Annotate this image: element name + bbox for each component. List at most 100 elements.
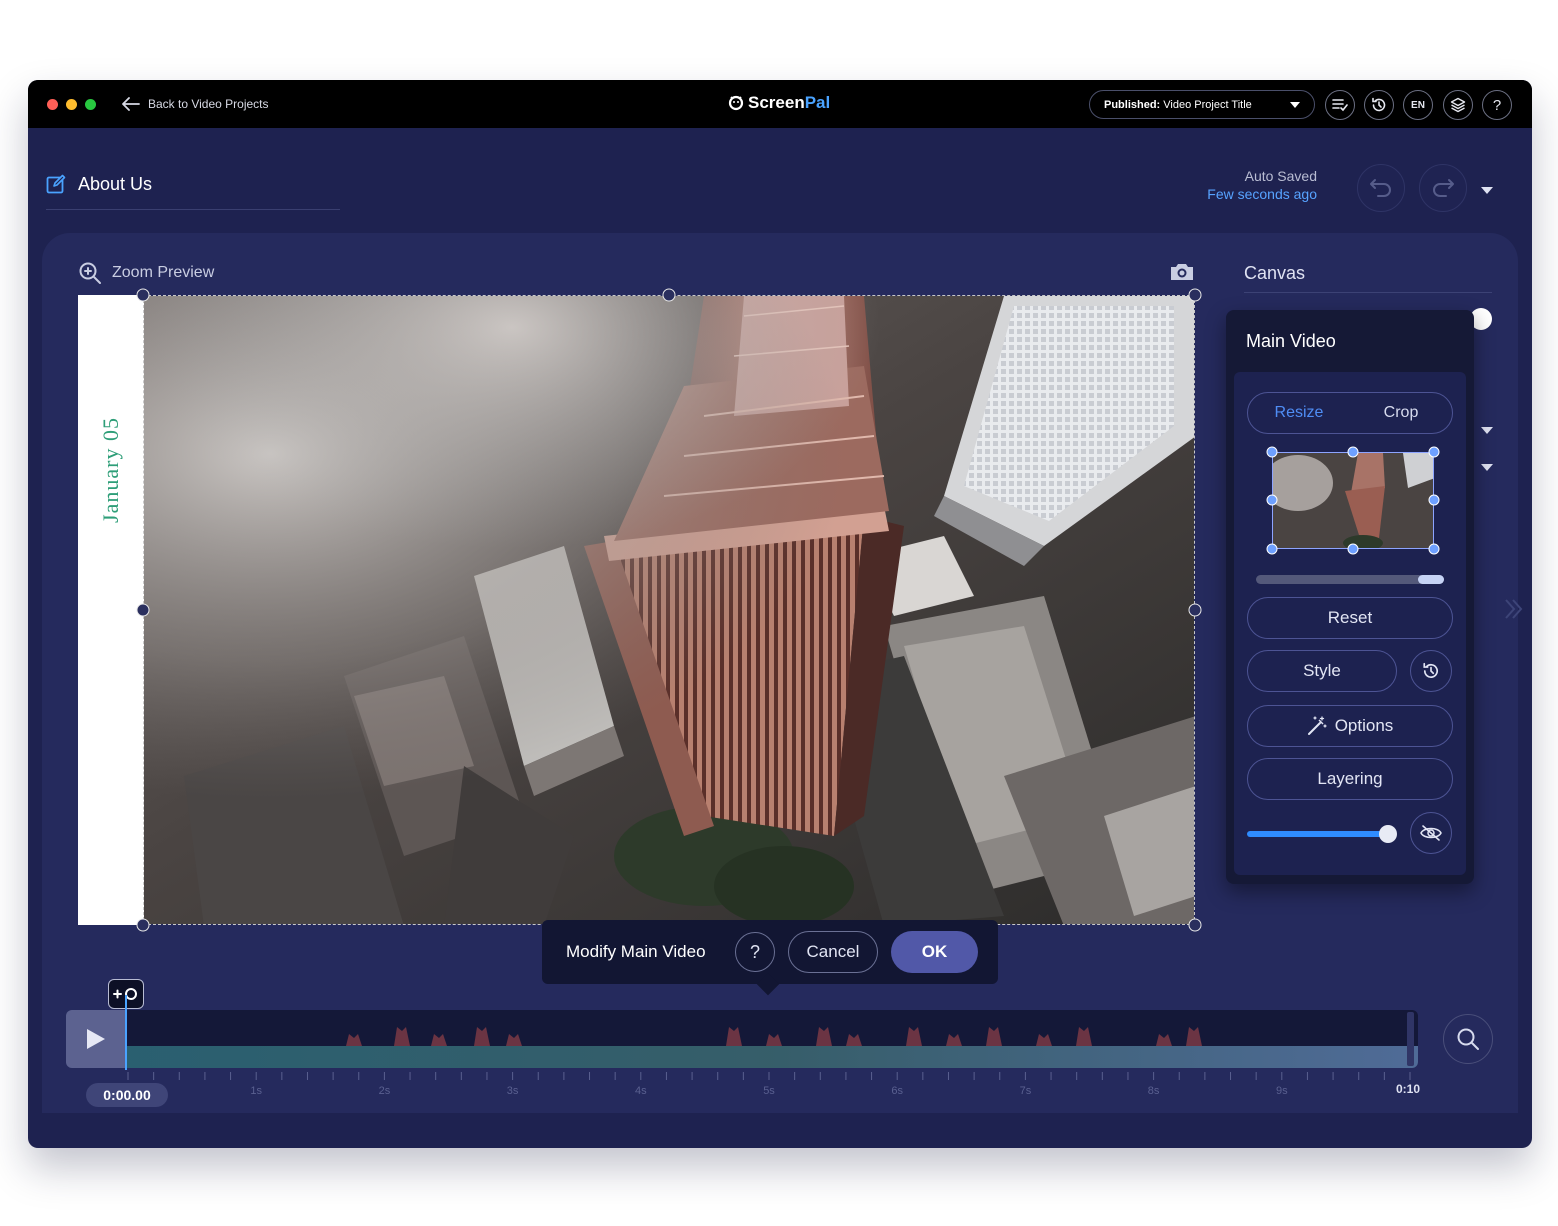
hide-video-button[interactable]	[1410, 812, 1452, 854]
reset-button[interactable]: Reset	[1247, 597, 1453, 639]
chevron-down-icon	[1481, 464, 1493, 471]
help-icon: ?	[1492, 96, 1502, 114]
resize-handle-right[interactable]	[1188, 603, 1202, 617]
language-label: EN	[1411, 99, 1425, 111]
auto-saved-time: Few seconds ago	[1207, 186, 1317, 202]
thumb-handle-tr[interactable]	[1428, 446, 1440, 458]
popup-body: Resize Crop Reset Style Options Layering	[1234, 372, 1466, 875]
undo-button[interactable]	[1357, 164, 1405, 212]
thumb-handle-tl[interactable]	[1266, 446, 1278, 458]
editor-window: Back to Video Projects ScreenPal Publish…	[28, 80, 1532, 1148]
chevron-down-icon	[1481, 427, 1493, 434]
history-button[interactable]	[1364, 90, 1394, 120]
tab-crop[interactable]: Crop	[1350, 393, 1452, 433]
timeline-zoom-button[interactable]	[1443, 1014, 1493, 1064]
thumb-handle-l[interactable]	[1266, 494, 1278, 506]
help-button[interactable]: ?	[1482, 90, 1512, 120]
undo-history-dropdown[interactable]	[1481, 182, 1493, 200]
collapse-panel-button[interactable]	[1504, 598, 1524, 625]
publish-status-label: Published:	[1104, 98, 1161, 111]
resize-handle-left[interactable]	[136, 603, 150, 617]
back-to-projects-link[interactable]: Back to Video Projects	[122, 95, 269, 113]
resize-handle-top-left[interactable]	[136, 288, 150, 302]
publish-status-select[interactable]: Published: Video Project Title	[1089, 90, 1315, 119]
thumbnail-image	[1273, 453, 1433, 548]
layers-button[interactable]	[1443, 90, 1473, 120]
resize-handle-top-right[interactable]	[1188, 288, 1202, 302]
modify-toolbar: Modify Main Video ? Cancel OK	[542, 920, 998, 996]
timeline-end-handle[interactable]	[1407, 1012, 1414, 1066]
search-icon	[1457, 1028, 1479, 1050]
ok-label: OK	[921, 942, 948, 961]
date-overlay-text: January 05	[98, 417, 123, 523]
redo-icon	[1433, 179, 1454, 197]
layering-button[interactable]: Layering	[1247, 758, 1453, 800]
ruler-second-label: 9s	[1276, 1085, 1288, 1097]
language-button[interactable]: EN	[1403, 90, 1433, 120]
timeline-track[interactable]	[126, 1010, 1418, 1068]
close-window-dot[interactable]	[47, 99, 58, 110]
redo-button[interactable]	[1419, 164, 1467, 212]
screenpal-logo: ScreenPal	[728, 93, 830, 113]
checklist-icon	[1332, 99, 1348, 112]
ruler-second-label: 3s	[507, 1085, 519, 1097]
current-time: 0:00.00	[86, 1083, 168, 1107]
auto-save-status: Auto Saved Few seconds ago	[1207, 168, 1317, 202]
ruler-second-label: 2s	[379, 1085, 391, 1097]
maximize-window-dot[interactable]	[85, 99, 96, 110]
options-label: Options	[1334, 716, 1394, 735]
play-icon	[87, 1029, 105, 1049]
crop-zoom-slider-knob[interactable]	[1418, 575, 1444, 584]
ruler-second-label: 7s	[1020, 1085, 1032, 1097]
style-button[interactable]: Style	[1247, 650, 1397, 692]
opacity-slider-knob[interactable]	[1379, 825, 1397, 843]
chevron-down-icon	[1290, 101, 1300, 108]
cancel-button[interactable]: Cancel	[788, 931, 878, 973]
panel-dropdown-1[interactable]	[1481, 422, 1493, 440]
zoom-preview-button[interactable]: Zoom Preview	[78, 261, 214, 285]
main-video-preview[interactable]	[143, 295, 1195, 925]
logo-icon	[728, 95, 744, 111]
thumb-handle-b[interactable]	[1347, 543, 1359, 555]
thumb-handle-br[interactable]	[1428, 543, 1440, 555]
play-button[interactable]	[66, 1010, 126, 1068]
publish-title: Video Project Title	[1163, 98, 1252, 111]
resize-crop-toggle: Resize Crop	[1247, 392, 1453, 434]
camera-icon	[1171, 264, 1193, 280]
audio-waveform	[126, 1027, 1418, 1068]
ruler-second-label: 4s	[635, 1085, 647, 1097]
ruler-second-label: 1s	[250, 1085, 262, 1097]
title-bar: Back to Video Projects ScreenPal Publish…	[28, 80, 1532, 128]
options-button[interactable]: Options	[1247, 705, 1453, 747]
playhead[interactable]	[125, 995, 127, 1070]
project-title[interactable]: About Us	[46, 172, 340, 210]
opacity-slider[interactable]	[1247, 825, 1397, 843]
zoom-in-icon	[79, 262, 101, 284]
snapshot-button[interactable]	[1169, 262, 1195, 287]
crop-zoom-slider[interactable]	[1256, 575, 1444, 584]
resize-handle-bottom-right[interactable]	[1188, 918, 1202, 932]
modify-help-button[interactable]: ?	[735, 932, 775, 972]
canvas-background	[78, 295, 144, 925]
resize-handle-bottom-left[interactable]	[136, 918, 150, 932]
project-title-text: About Us	[78, 174, 153, 194]
ruler-ticks: 1s 2s 3s 4s 5s 6s 7s 8s 9s	[127, 1072, 1411, 1097]
cancel-label: Cancel	[806, 942, 860, 961]
zoom-preview-label: Zoom Preview	[112, 264, 215, 281]
panel-dropdown-2[interactable]	[1481, 459, 1493, 477]
style-history-button[interactable]	[1410, 650, 1452, 692]
checklist-button[interactable]	[1325, 90, 1355, 120]
tab-resize[interactable]: Resize	[1248, 393, 1350, 433]
thumb-handle-t[interactable]	[1347, 446, 1359, 458]
eye-off-icon	[1420, 825, 1442, 841]
resize-handle-top[interactable]	[662, 288, 676, 302]
canvas-panel-title: Canvas	[1244, 263, 1492, 293]
thumb-handle-r[interactable]	[1428, 494, 1440, 506]
ok-button[interactable]: OK	[891, 931, 978, 973]
back-arrow-icon	[122, 97, 140, 111]
layering-label: Layering	[1317, 769, 1383, 788]
crop-thumbnail[interactable]	[1272, 452, 1434, 549]
minimize-window-dot[interactable]	[66, 99, 77, 110]
layers-icon	[1450, 97, 1466, 113]
thumb-handle-bl[interactable]	[1266, 543, 1278, 555]
